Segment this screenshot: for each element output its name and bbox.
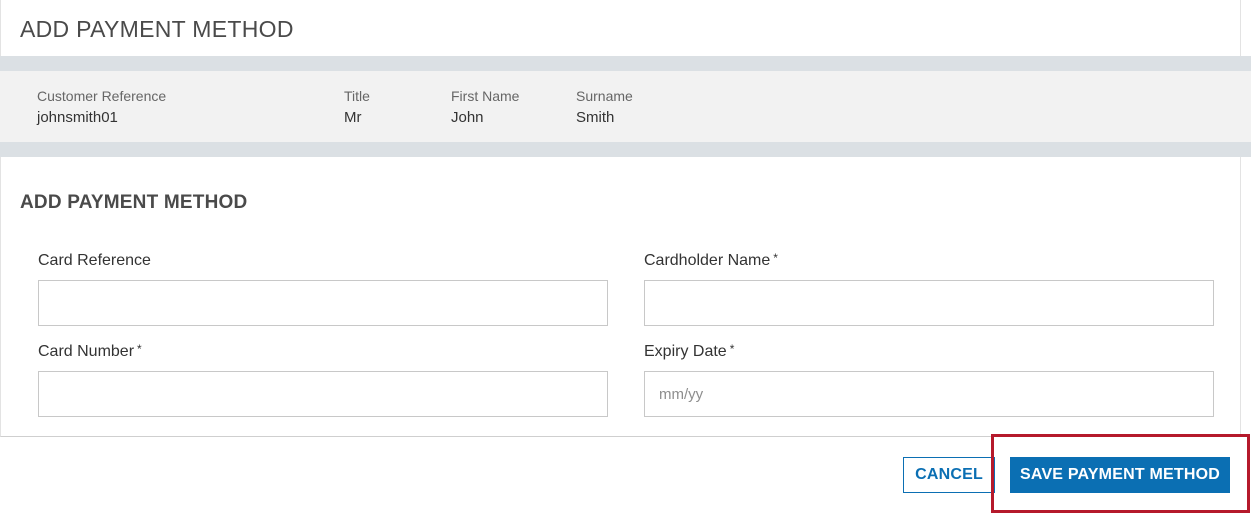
add-payment-method-page: ADD PAYMENT METHOD Customer Reference jo… bbox=[0, 0, 1251, 515]
card-reference-label: Card Reference bbox=[38, 252, 151, 269]
customer-first-name-value: John bbox=[451, 109, 484, 126]
customer-title-value: Mr bbox=[344, 109, 362, 126]
customer-surname-label: Surname bbox=[576, 88, 633, 104]
page-title: ADD PAYMENT METHOD bbox=[20, 16, 294, 42]
required-marker: * bbox=[137, 342, 142, 356]
customer-title-label: Title bbox=[344, 88, 370, 104]
required-marker: * bbox=[729, 342, 735, 356]
customer-reference-label: Customer Reference bbox=[37, 88, 167, 104]
customer-reference-value: johnsmith01 bbox=[37, 109, 118, 126]
payment-method-form: ADD PAYMENT METHOD Card Reference Cardho… bbox=[0, 157, 1241, 437]
card-number-label: Card Number * bbox=[38, 342, 142, 360]
divider-band-top bbox=[0, 56, 1251, 71]
card-reference-field: Card Reference bbox=[38, 252, 608, 326]
customer-first-name-label: First Name bbox=[451, 88, 520, 104]
customer-surname-value: Smith bbox=[576, 109, 615, 126]
customer-title: Title Mr bbox=[344, 88, 370, 126]
divider-band-bottom bbox=[0, 142, 1251, 157]
expiry-date-field: Expiry Date * bbox=[644, 342, 1214, 417]
cardholder-name-input[interactable] bbox=[644, 280, 1214, 326]
page-header: ADD PAYMENT METHOD bbox=[0, 0, 1241, 56]
customer-reference: Customer Reference johnsmith01 bbox=[37, 88, 166, 126]
card-reference-input[interactable] bbox=[38, 280, 608, 326]
cardholder-name-label: Cardholder Name * bbox=[644, 251, 778, 269]
cardholder-name-field: Cardholder Name * bbox=[644, 251, 1214, 326]
card-number-input[interactable] bbox=[38, 371, 608, 417]
cancel-button[interactable]: CANCEL bbox=[903, 457, 995, 493]
customer-first-name: First Name John bbox=[451, 88, 519, 126]
customer-surname: Surname Smith bbox=[576, 88, 633, 126]
customer-summary: Customer Reference johnsmith01 Title Mr … bbox=[0, 71, 1251, 142]
card-number-field: Card Number * bbox=[38, 342, 608, 417]
section-title: ADD PAYMENT METHOD bbox=[20, 192, 248, 213]
highlight-annotation bbox=[991, 434, 1250, 513]
expiry-date-input[interactable] bbox=[644, 371, 1214, 417]
required-marker: * bbox=[773, 251, 778, 265]
expiry-date-label: Expiry Date * bbox=[644, 342, 735, 360]
